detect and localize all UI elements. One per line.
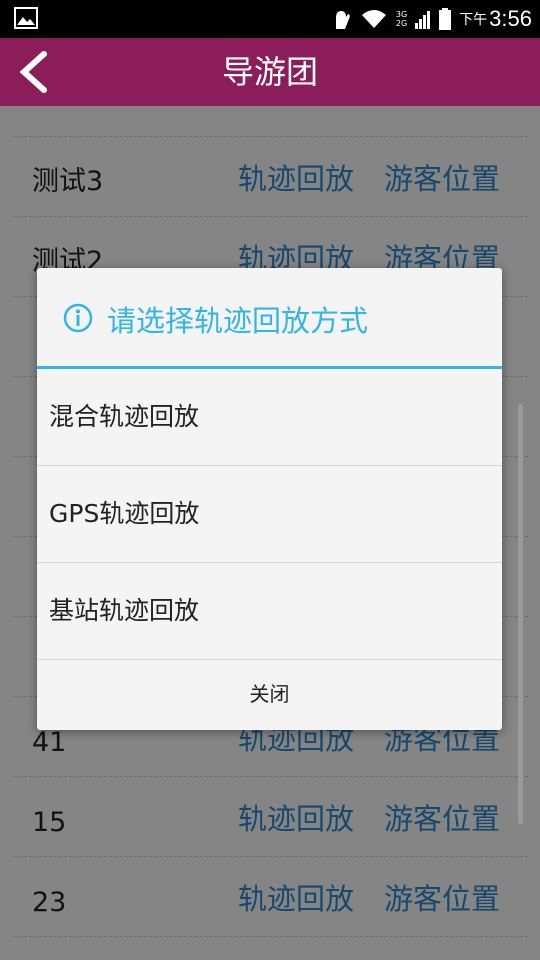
image-notification-icon (14, 7, 38, 29)
option-base-station-playback[interactable]: 基站轨迹回放 (37, 563, 502, 660)
glove-icon (335, 11, 350, 29)
option-label: GPS轨迹回放 (49, 499, 200, 528)
app-header: 导游团 (0, 38, 540, 106)
time-prefix: 下午 (459, 12, 488, 28)
signal-icon (415, 11, 431, 29)
option-mixed-playback[interactable]: 混合轨迹回放 (37, 369, 502, 466)
close-button[interactable]: 关闭 (37, 658, 502, 730)
status-bar: 3G 2G 下午 3:56 (0, 0, 540, 38)
info-icon (63, 303, 93, 333)
clock: 3:56 (489, 6, 532, 31)
battery-icon (439, 8, 452, 30)
network-indicator: 3G 2G (395, 10, 408, 28)
dialog-title: 请选择轨迹回放方式 (107, 304, 369, 338)
option-gps-playback[interactable]: GPS轨迹回放 (37, 466, 502, 563)
option-label: 基站轨迹回放 (49, 596, 200, 625)
page-title: 导游团 (221, 53, 318, 91)
playback-mode-dialog: 请选择轨迹回放方式 混合轨迹回放 GPS轨迹回放 基站轨迹回放 关闭 (37, 268, 502, 730)
option-label: 混合轨迹回放 (49, 402, 200, 431)
scrollbar[interactable] (518, 404, 523, 824)
wifi-icon (361, 10, 386, 28)
dialog-header: 请选择轨迹回放方式 (37, 268, 502, 369)
